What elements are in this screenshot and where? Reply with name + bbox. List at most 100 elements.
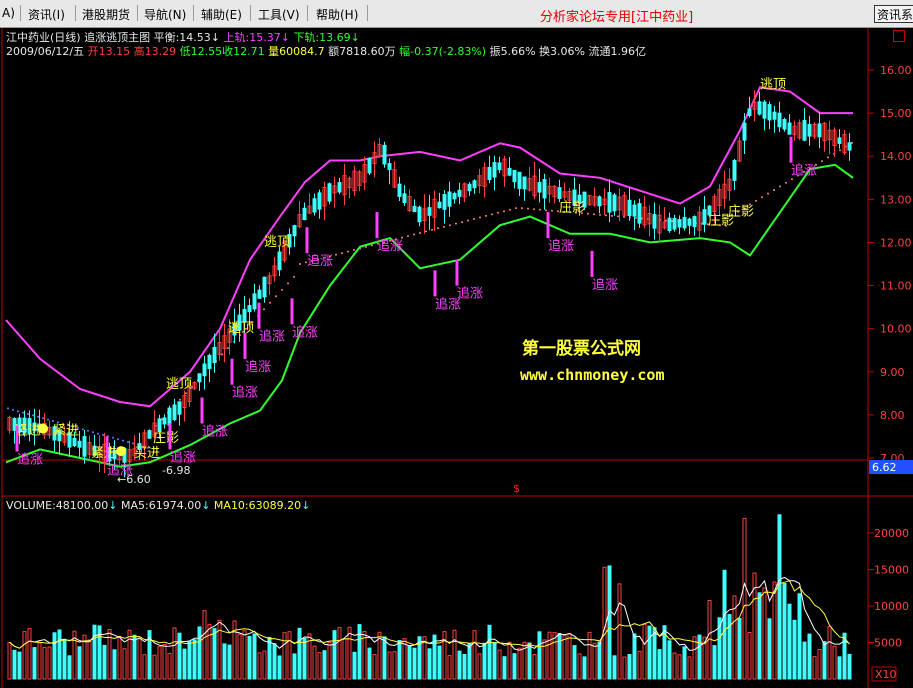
balance-dot xyxy=(347,250,349,253)
candle-body xyxy=(467,183,472,192)
balance-dot xyxy=(102,434,104,436)
menu-item-assist[interactable]: 辅助(E) xyxy=(201,6,242,23)
volume-bar xyxy=(492,641,497,680)
signal-label: 逃顶 xyxy=(166,377,192,392)
down-arrow-icon: ↓ xyxy=(108,499,118,512)
forum-title-text: 分析家论坛专用 xyxy=(540,10,632,25)
candle-body xyxy=(497,162,502,171)
stock-chart[interactable]: 16.00 15.00 14.00 13.00 12.00 11.00 10.00 9.00 8… xyxy=(0,0,913,688)
high-price: 高13.29 xyxy=(133,45,177,58)
price-tick-label: 8.00 xyxy=(880,409,905,422)
volume-bar xyxy=(157,646,162,680)
last-price-label: 6.62 xyxy=(872,461,897,474)
volume-bar xyxy=(692,636,697,680)
volume-total: VOLUME:48100.00 xyxy=(6,499,109,512)
menu-item-info[interactable]: 资讯(I) xyxy=(28,6,65,23)
signal-label: 买进 xyxy=(134,446,160,461)
volume-bar xyxy=(757,592,762,680)
window-marker-icon[interactable] xyxy=(893,30,905,42)
menu-item-hk-futures[interactable]: 港股期货 xyxy=(82,6,130,23)
balance-dot xyxy=(27,413,29,415)
volume-bar xyxy=(137,638,142,680)
volume-bar xyxy=(467,643,472,680)
volume-bar xyxy=(817,649,822,680)
candle-body xyxy=(537,181,542,193)
signal-label: 逃顶 xyxy=(228,321,254,336)
volume-bar xyxy=(247,635,252,680)
volume-bar xyxy=(202,610,207,680)
balance-dot xyxy=(365,245,367,248)
menu-item-tools[interactable]: 工具(V) xyxy=(258,6,300,23)
volume-tick-label: 10000 xyxy=(874,600,909,613)
candle-body xyxy=(292,225,297,237)
volume-bar xyxy=(97,625,102,680)
volume-bar xyxy=(502,656,507,680)
volume-bar xyxy=(447,655,452,680)
balance-dot xyxy=(37,415,39,418)
candle-body xyxy=(522,176,527,190)
volume-tick-label: 15000 xyxy=(874,564,909,577)
volume-bar xyxy=(687,656,692,680)
balance-dot xyxy=(179,398,181,401)
balance-dot xyxy=(87,429,89,432)
candle-body xyxy=(557,187,562,200)
volume-bar xyxy=(442,631,447,680)
balance-dot xyxy=(509,208,511,211)
balance-dot xyxy=(539,208,541,211)
volume-bar xyxy=(7,641,12,680)
volume-bar xyxy=(767,618,772,680)
volume-bar xyxy=(792,619,797,680)
volume-bar xyxy=(437,645,442,680)
menu-item-a[interactable]: A) xyxy=(2,6,15,20)
volume-bar xyxy=(77,646,82,680)
balance-dot xyxy=(419,232,421,234)
volume-ma5: MA5:61974.00 xyxy=(120,499,202,512)
volume-bar xyxy=(142,654,147,680)
volume-bar xyxy=(627,654,632,680)
candle-body xyxy=(162,417,167,425)
candle-body xyxy=(337,182,342,193)
balance-dot xyxy=(599,213,601,216)
balance-dot xyxy=(467,219,469,222)
signal-label: 逃顶 xyxy=(264,235,290,250)
volume-bar xyxy=(802,641,807,680)
candle-body xyxy=(512,170,517,183)
volume-bar xyxy=(312,645,317,680)
menu-separator xyxy=(75,5,76,21)
volume-bar xyxy=(12,649,17,680)
signal-label: 竖进 xyxy=(15,424,41,439)
volume-bar xyxy=(847,653,852,680)
menu-item-navigate[interactable]: 导航(N) xyxy=(144,6,186,23)
balance-dot xyxy=(431,228,433,231)
volume-bar xyxy=(62,638,67,680)
volume-ma10: MA10:63089.20 xyxy=(213,499,302,512)
balance-dot xyxy=(593,213,595,216)
signal-label: 追涨 xyxy=(17,452,43,468)
volume-bar xyxy=(642,624,647,680)
price-tick-label: 14.00 xyxy=(880,150,912,163)
info-button[interactable]: 资讯系 xyxy=(874,5,913,23)
balance-dot xyxy=(263,308,265,311)
candle-body xyxy=(367,158,372,174)
candle-body xyxy=(677,219,682,228)
volume-bar xyxy=(327,641,332,680)
candle-body xyxy=(837,137,842,144)
candle-body xyxy=(777,112,782,128)
volume-bar xyxy=(347,626,352,680)
balance-dot xyxy=(545,209,547,212)
balance-dot xyxy=(293,275,295,278)
candle-body xyxy=(612,194,617,212)
volume-bar xyxy=(112,649,117,680)
menu-item-help[interactable]: 帮助(H) xyxy=(316,6,358,23)
balance-dot xyxy=(503,210,505,213)
volume-bar xyxy=(342,638,347,680)
balance-dot xyxy=(269,301,271,304)
candle-body xyxy=(742,122,747,141)
balance-dot xyxy=(117,438,119,441)
low-marker-label: ←6.60 xyxy=(117,473,151,486)
watermark-url: www.chnmoney.com xyxy=(520,366,665,384)
volume-bar xyxy=(607,565,612,680)
volume-bar xyxy=(152,654,157,680)
signal-label: 逃顶 xyxy=(760,77,786,92)
balance-dot xyxy=(97,432,99,435)
